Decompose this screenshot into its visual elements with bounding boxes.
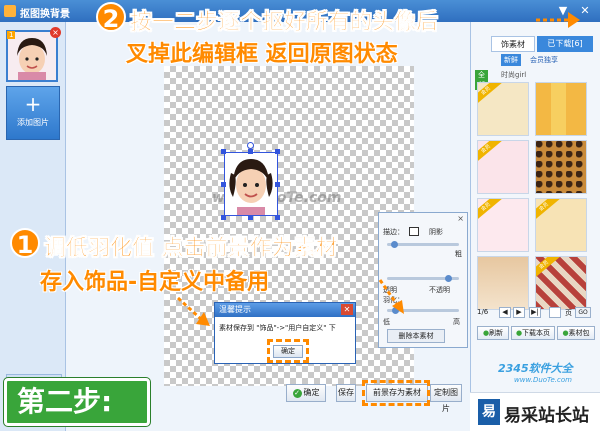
stroke-color-swatch[interactable]	[409, 227, 419, 236]
tab-material[interactable]: 饰素材	[491, 36, 535, 52]
stroke-width-knob[interactable]	[391, 241, 398, 248]
add-image-label: 添加图片	[17, 118, 49, 127]
rotate-handle[interactable]	[247, 142, 254, 149]
resize-handle-b[interactable]	[248, 215, 253, 220]
thumbnail-index: 1	[7, 31, 16, 39]
material-item[interactable]: 会员	[477, 198, 529, 252]
download-page-label: 下载本页	[522, 329, 551, 337]
last-page-button[interactable]: ▶|	[529, 307, 541, 318]
stroke-width-slider[interactable]	[387, 241, 459, 248]
pager: 1/6 ◀ ▶ ▶| 页 GO	[477, 306, 595, 320]
custom-image-button[interactable]: 定制图片	[430, 384, 462, 413]
annotation-text-1a: 调低羽化值 点击前景作为素材	[44, 236, 338, 262]
page-unit-label: 页	[565, 309, 572, 317]
check-icon: ✓	[292, 389, 302, 398]
annotation-number-2: 2	[96, 2, 126, 33]
site-logo-icon: 易	[478, 399, 500, 425]
resize-handle-r[interactable]	[275, 182, 280, 187]
girl-photo-thumb	[8, 32, 56, 80]
cutout-photo[interactable]	[224, 152, 278, 216]
delete-material-button[interactable]: 删除本素材	[387, 329, 445, 343]
arrow-to-dialog	[176, 296, 210, 326]
subtab-vip[interactable]: 会员独享	[527, 54, 561, 66]
vip-ribbon: 会员	[536, 257, 562, 281]
page-number-input[interactable]	[549, 307, 561, 318]
refresh-label: 刷新	[489, 329, 504, 337]
material-item[interactable]	[535, 82, 587, 136]
vip-ribbon: 会员	[478, 83, 504, 107]
vip-ribbon: 会员	[478, 199, 504, 223]
dialog-message: 素材保存到 "饰品"->"用户自定义" 下	[219, 324, 336, 332]
material-item[interactable]: 会员	[535, 256, 587, 310]
window-title: 抠图换背景	[20, 9, 70, 20]
brand-watermark: 2345软件大全	[498, 362, 573, 375]
ok-button-label: 确定	[303, 388, 320, 397]
girl-photo	[225, 153, 277, 215]
material-item[interactable]	[535, 140, 587, 194]
annotation-text-2a: 按一二步逐个抠好所有的头像后	[130, 10, 439, 36]
image-list-panel: 1 × + 添加图片 更换背景	[0, 22, 66, 431]
material-actions: ●刷新 ●下载本页 ●素材包	[477, 326, 597, 340]
material-item[interactable]: 会员	[535, 198, 587, 252]
brand-url: www.DuoTe.com	[514, 376, 572, 384]
image-thumbnail[interactable]: 1 ×	[6, 27, 61, 82]
resize-handle-bl[interactable]	[221, 215, 226, 220]
next-page-button[interactable]: ▶	[513, 307, 525, 318]
material-item[interactable]: 会员	[477, 82, 529, 136]
delete-thumbnail-icon[interactable]: ×	[50, 27, 61, 38]
site-name: 易采站长站	[504, 406, 589, 426]
go-button[interactable]: GO	[575, 307, 591, 318]
opacity-knob[interactable]	[445, 275, 452, 282]
download-page-button[interactable]: ●下载本页	[511, 326, 555, 340]
tab-downloaded[interactable]: 已下载[6]	[537, 36, 593, 52]
dialog-ok-button[interactable]: 确定	[273, 345, 303, 358]
step-badge: 第二步:	[4, 378, 150, 426]
app-icon	[4, 5, 16, 17]
opaque-label: 不透明	[429, 286, 450, 294]
dialog-title: 温馨提示	[215, 303, 355, 317]
dialog-close-icon[interactable]: ✕	[341, 304, 353, 315]
arrow-to-close-icon	[536, 12, 580, 28]
material-item[interactable]	[477, 256, 529, 310]
thick-label: 粗	[455, 250, 462, 258]
shadow-checkbox-label[interactable]: 阴影	[429, 227, 443, 237]
ok-button[interactable]: ✓ 确定	[286, 384, 326, 402]
plus-icon: +	[24, 92, 42, 116]
annotation-step-1: 1 调低羽化值 点击前景作为素材 存入饰品-自定义中备用	[10, 228, 390, 295]
refresh-button[interactable]: ●刷新	[477, 326, 509, 340]
vip-ribbon: 会员	[536, 199, 562, 223]
resize-handle-tr[interactable]	[275, 149, 280, 154]
resize-handle-l[interactable]	[221, 182, 226, 187]
panel-close-icon[interactable]: ×	[457, 214, 464, 223]
vip-ribbon: 会员	[478, 141, 504, 165]
add-image-button[interactable]: + 添加图片	[6, 86, 60, 140]
site-logo: 易 易采站长站	[470, 392, 600, 431]
pager-status: 1/6	[477, 308, 489, 316]
annotation-text-2b: 叉掉此编辑框 返回原图状态	[126, 42, 398, 67]
tip-dialog: 温馨提示 ✕ 素材保存到 "饰品"->"用户自定义" 下 确定	[214, 302, 356, 364]
resize-handle-br[interactable]	[275, 215, 280, 220]
save-button[interactable]: 保存	[336, 384, 356, 402]
resize-handle-t[interactable]	[248, 149, 253, 154]
material-pack-button[interactable]: ●素材包	[557, 326, 595, 340]
material-item[interactable]: 会员	[477, 140, 529, 194]
highlight-fg-button	[362, 380, 430, 406]
material-pack-label: 素材包	[568, 329, 590, 337]
high-label: 高	[453, 318, 460, 326]
category-fashion-girl[interactable]: 时尚girl	[501, 70, 526, 80]
arrow-to-feather-slider	[378, 279, 404, 314]
annotation-text-1b: 存入饰品-自定义中备用	[40, 270, 270, 295]
subtab-new[interactable]: 新鲜	[501, 54, 521, 66]
annotation-step-2: 2 按一二步逐个抠好所有的头像后 叉掉此编辑框 返回原图状态	[96, 2, 516, 67]
resize-handle-tl[interactable]	[221, 149, 226, 154]
prev-page-button[interactable]: ◀	[499, 307, 511, 318]
annotation-number-1: 1	[10, 228, 40, 259]
low-label: 低	[383, 318, 390, 326]
